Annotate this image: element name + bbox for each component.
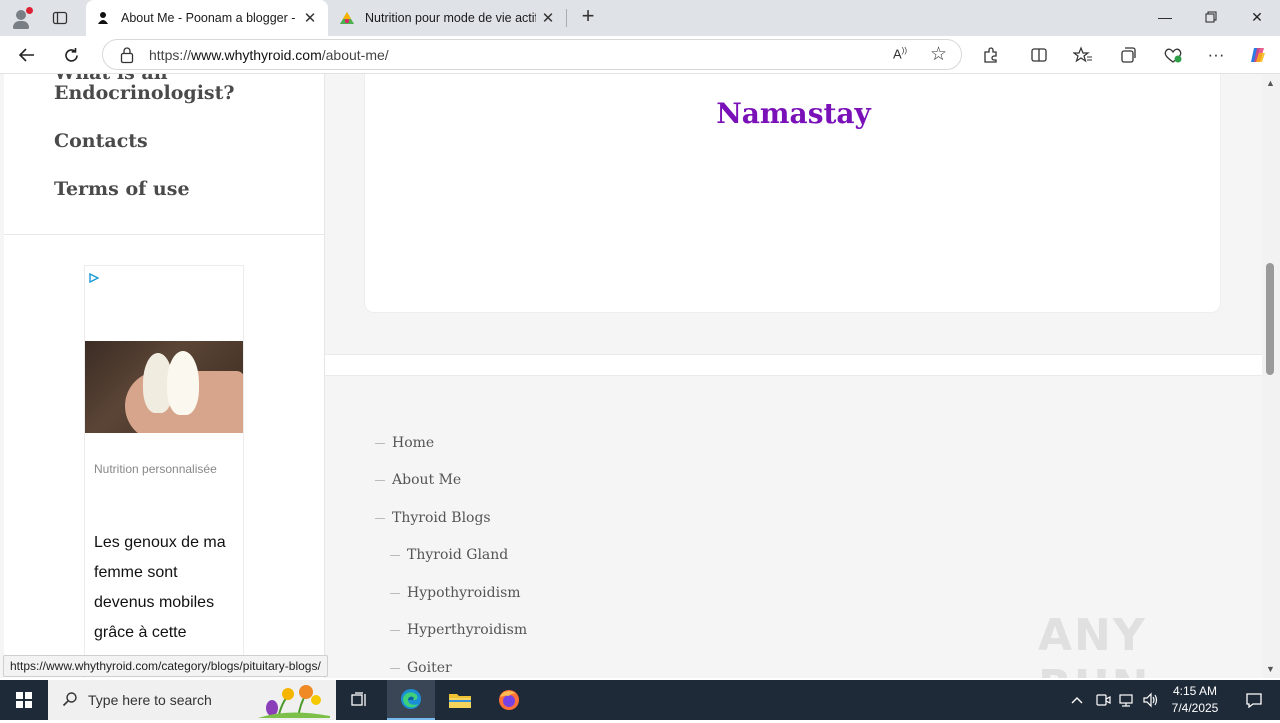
url-text[interactable]: https://www.whythyroid.com/about-me/ <box>149 47 389 63</box>
site-info-icon[interactable] <box>119 46 135 64</box>
adchoices-icon[interactable] <box>89 270 100 284</box>
favorite-star-icon[interactable]: ☆ <box>930 43 947 66</box>
footer-nav-about-me[interactable]: About Me <box>375 472 461 488</box>
ad-headline[interactable]: Les genoux de ma femme sont devenus mobi… <box>94 528 242 648</box>
notification-center-icon[interactable] <box>1232 680 1276 720</box>
search-icon <box>62 691 78 711</box>
sidebar-item-endocrinologist[interactable]: Endocrinologist? <box>54 82 235 104</box>
taskbar-search[interactable]: Type here to search <box>48 680 336 720</box>
task-view-icon[interactable] <box>336 680 384 720</box>
profile-icon[interactable] <box>8 5 34 31</box>
collections-icon[interactable] <box>1115 42 1141 68</box>
tab-label: Nutrition pour mode de vie actif <box>365 11 536 25</box>
browser-essentials-icon[interactable] <box>1160 42 1186 68</box>
clock-time: 4:15 AM <box>1172 684 1218 698</box>
firefox-icon[interactable] <box>485 680 533 720</box>
scrollbar-thumb[interactable] <box>1266 263 1274 375</box>
browser-titlebar: About Me - Poonam a blogger - I ✕ Nutrit… <box>0 0 1280 36</box>
content-card: Namastay <box>364 74 1221 313</box>
back-icon[interactable] <box>12 41 42 69</box>
nutrition-favicon-icon <box>339 10 355 26</box>
footer-nav-home[interactable]: Home <box>375 435 434 451</box>
split-screen-icon[interactable] <box>1026 42 1052 68</box>
clock-date: 7/4/2025 <box>1171 701 1219 715</box>
sidebar-divider <box>4 234 325 235</box>
windows-taskbar: Type here to search 4:15 AM 7/4/2025 <box>0 680 1280 720</box>
refresh-icon[interactable] <box>56 41 86 69</box>
favorites-icon[interactable] <box>1070 42 1096 68</box>
browser-toolbar: https://www.whythyroid.com/about-me/ A))… <box>0 36 1280 74</box>
footer-nav-thyroid-gland[interactable]: Thyroid Gland <box>390 547 508 563</box>
taskbar-clock[interactable]: 4:15 AM 7/4/2025 <box>1162 683 1228 717</box>
sidebar-item-contacts[interactable]: Contacts <box>54 130 148 152</box>
tab-actions-icon[interactable] <box>46 5 74 31</box>
restore-icon[interactable] <box>1188 0 1234 34</box>
show-hidden-icons[interactable] <box>1070 680 1084 720</box>
advertisement[interactable]: Nutrition personnalisée Les genoux de ma… <box>84 265 244 678</box>
footer-nav-hyperthyroidism[interactable]: Hyperthyroidism <box>390 622 527 638</box>
ad-image-garlic[interactable] <box>85 341 243 433</box>
network-icon[interactable] <box>1118 680 1136 720</box>
copilot-icon[interactable] <box>1245 42 1271 68</box>
windows-logo-icon <box>16 692 32 708</box>
extensions-icon[interactable] <box>978 42 1004 68</box>
new-tab-icon[interactable]: + <box>576 5 600 29</box>
search-highlight-flowers-icon <box>258 682 330 719</box>
start-button[interactable] <box>0 680 48 720</box>
settings-more-icon[interactable]: ··· <box>1203 42 1229 68</box>
status-bar-url: https://www.whythyroid.com/category/blog… <box>3 655 328 677</box>
file-explorer-icon[interactable] <box>436 680 484 720</box>
search-placeholder: Type here to search <box>88 692 212 708</box>
address-bar[interactable]: https://www.whythyroid.com/about-me/ A))… <box>102 39 962 70</box>
minimize-icon[interactable]: — <box>1142 0 1188 34</box>
page-scrollbar[interactable]: ▲ ▼ <box>1262 74 1280 678</box>
tab-about-me[interactable]: About Me - Poonam a blogger - I ✕ <box>86 0 328 36</box>
footer-band <box>325 354 1262 376</box>
read-aloud-icon[interactable]: A)) <box>893 46 907 61</box>
meet-now-icon[interactable] <box>1095 680 1111 720</box>
sidebar: What is an Endocrinologist? Contacts Ter… <box>4 74 325 678</box>
page-viewport: What is an Endocrinologist? Contacts Ter… <box>0 74 1262 678</box>
edge-taskbar-icon[interactable] <box>387 680 435 720</box>
blogger-favicon-icon <box>95 10 111 26</box>
close-tab-icon[interactable]: ✕ <box>536 9 560 27</box>
footer-nav-hypothyroidism[interactable]: Hypothyroidism <box>390 585 521 601</box>
ad-sponsor[interactable]: Nutrition personnalisée <box>94 462 217 476</box>
sidebar-item-terms[interactable]: Terms of use <box>54 178 190 200</box>
tab-label: About Me - Poonam a blogger - I <box>121 11 298 25</box>
greeting-heading: Namastay <box>716 97 871 130</box>
scroll-down-icon[interactable]: ▼ <box>1266 664 1275 674</box>
close-tab-icon[interactable]: ✕ <box>298 9 322 27</box>
footer-nav-thyroid-blogs[interactable]: Thyroid Blogs <box>375 510 491 526</box>
volume-icon[interactable] <box>1142 680 1160 720</box>
tab-separator <box>566 9 567 27</box>
footer-nav-goiter[interactable]: Goiter <box>390 660 452 676</box>
tab-nutrition[interactable]: Nutrition pour mode de vie actif ✕ <box>330 0 566 36</box>
anyrun-watermark: ANY RUN <box>1038 610 1148 678</box>
close-window-icon[interactable]: ✕ <box>1234 0 1280 34</box>
scroll-up-icon[interactable]: ▲ <box>1266 78 1275 88</box>
